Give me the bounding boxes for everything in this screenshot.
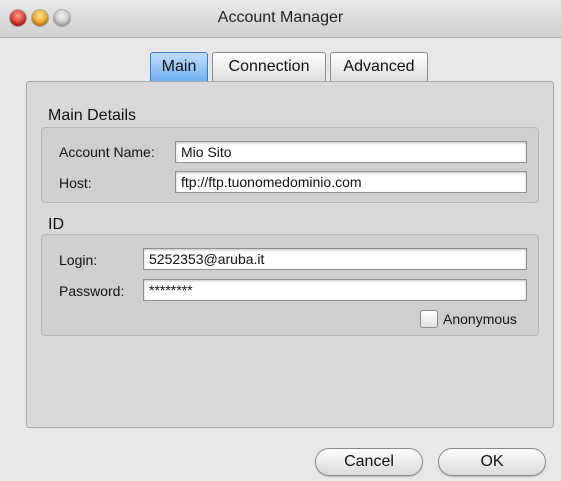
window-title: Account Manager [217, 9, 344, 26]
tab-bar: Main Connection Advanced [0, 52, 561, 82]
tab-main[interactable]: Main [150, 52, 208, 82]
anonymous-label: Anonymous [443, 311, 517, 327]
host-label: Host: [59, 175, 92, 191]
tab-panel-main: Main Details Account Name: Host: ID Logi… [26, 81, 554, 428]
password-field[interactable] [143, 279, 527, 301]
account-manager-window: Account Manager Main Connection Advanced… [0, 0, 561, 481]
title-bar[interactable]: Account Manager [0, 0, 561, 38]
host-field[interactable] [175, 171, 527, 193]
login-field[interactable] [143, 248, 527, 270]
login-label: Login: [59, 252, 98, 268]
id-group: Login: Password: Anonymous [41, 234, 539, 336]
cancel-button[interactable]: Cancel [315, 448, 423, 476]
account-name-label: Account Name: [59, 144, 155, 160]
tab-connection[interactable]: Connection [212, 52, 326, 82]
id-heading: ID [48, 216, 64, 233]
main-details-heading: Main Details [48, 107, 137, 124]
tab-advanced[interactable]: Advanced [330, 52, 428, 82]
main-details-group: Account Name: Host: [41, 127, 539, 203]
account-name-field[interactable] [175, 141, 527, 163]
password-label: Password: [59, 283, 125, 299]
ok-button[interactable]: OK [438, 448, 546, 476]
anonymous-checkbox[interactable] [420, 310, 438, 328]
